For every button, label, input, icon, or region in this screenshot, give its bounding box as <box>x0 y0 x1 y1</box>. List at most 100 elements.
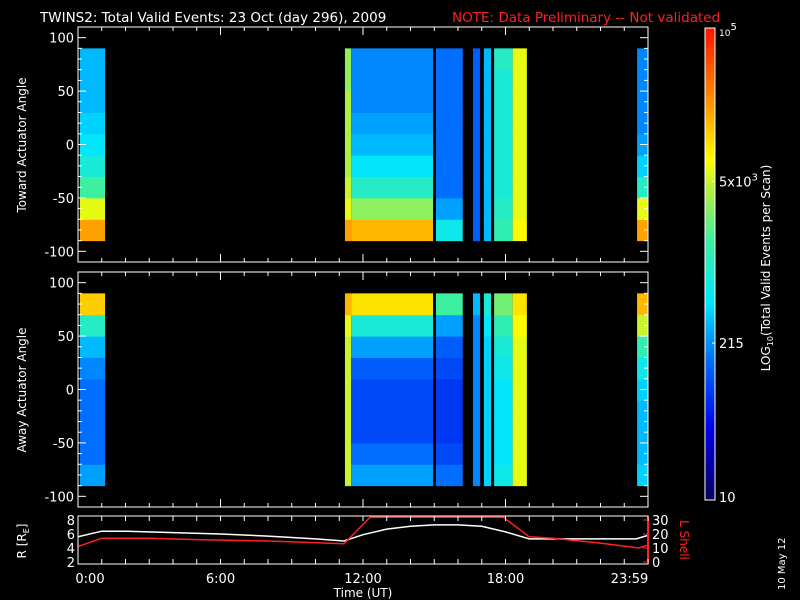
away-cell <box>472 378 481 401</box>
colorbar-swatch <box>705 39 715 45</box>
toward-cell <box>79 197 106 220</box>
y-tick-label: -100 <box>44 245 74 260</box>
time-tick-label: 6:00 <box>206 572 235 587</box>
colorbar-swatch <box>705 114 715 119</box>
colorbar-swatch <box>705 350 715 355</box>
away-cell <box>435 400 463 423</box>
toward-cell <box>435 219 463 242</box>
colorbar-swatch <box>705 315 715 320</box>
toward-cell <box>79 69 106 92</box>
colorbar-swatch <box>705 358 715 363</box>
away-cell <box>494 442 513 465</box>
colorbar-swatch <box>705 354 715 359</box>
away-cell <box>512 400 527 423</box>
colorbar-swatch <box>705 94 715 100</box>
colorbar-swatch <box>705 83 715 88</box>
toward-cell <box>435 197 463 220</box>
colorbar-swatch <box>705 437 715 442</box>
toward-cell <box>472 219 481 242</box>
toward-cell <box>512 48 527 71</box>
colorbar-swatch <box>705 472 715 477</box>
colorbar-swatch <box>705 370 715 375</box>
toward-cell <box>344 219 352 242</box>
toward-cell <box>512 112 527 135</box>
colorbar-swatch <box>705 138 715 143</box>
colorbar-swatch <box>705 63 715 68</box>
toward-cell <box>512 133 527 156</box>
toward-cell <box>472 112 481 135</box>
colorbar-swatch <box>705 193 715 198</box>
away-cell <box>79 357 106 380</box>
toward-cell <box>512 155 527 178</box>
colorbar-swatch <box>705 149 715 155</box>
title: TWINS2: Total Valid Events: 23 Oct (day … <box>39 10 386 26</box>
toward-cell <box>512 197 527 220</box>
away-cell <box>344 357 352 380</box>
colorbar-swatch <box>705 90 715 96</box>
away-cell <box>344 336 352 358</box>
toward-cell <box>351 112 434 135</box>
away-cell <box>483 421 492 444</box>
toward-cell <box>472 197 481 220</box>
away-cell <box>512 378 527 401</box>
toward-cell <box>472 176 481 199</box>
toward-cell <box>435 133 463 156</box>
toward-cell <box>79 48 106 71</box>
away-ylabel: Away Actuator Angle <box>15 327 29 452</box>
away-cell <box>483 442 492 465</box>
time-xlabel: Time (UT) <box>333 586 393 600</box>
away-cell <box>472 357 481 380</box>
colorbar-swatch <box>705 279 715 285</box>
colorbar-swatch <box>705 271 715 277</box>
colorbar-tick-text: 10 <box>719 491 736 506</box>
colorbar-swatch <box>705 47 715 53</box>
away-cell <box>483 400 492 423</box>
colorbar-swatch <box>705 43 715 49</box>
r-tick-label: 2 <box>67 556 75 571</box>
away-cell <box>512 464 527 487</box>
colorbar-swatch <box>705 303 715 308</box>
colorbar-swatch <box>705 205 715 210</box>
toward-cell <box>483 48 492 71</box>
away-cell <box>483 314 492 337</box>
colorbar-swatch <box>705 421 715 426</box>
toward-cell <box>483 69 492 92</box>
colorbar-swatch <box>705 323 715 328</box>
colorbar-swatch <box>705 264 715 269</box>
toward-cell <box>344 176 352 199</box>
colorbar-swatch <box>705 311 715 316</box>
colorbar-swatch <box>705 433 715 438</box>
r-tick-label: 6 <box>67 528 75 543</box>
colorbar-swatch <box>705 413 715 418</box>
y-tick-label: 50 <box>57 330 74 345</box>
colorbar-swatch <box>705 334 715 340</box>
away-cell <box>472 314 481 337</box>
colorbar-swatch <box>705 189 715 194</box>
colorbar-tick-text: 215 <box>719 337 744 352</box>
colorbar-swatch <box>705 134 715 139</box>
colorbar-swatch <box>705 98 715 104</box>
away-cell <box>435 357 463 380</box>
colorbar-swatch <box>705 236 715 241</box>
colorbar-swatch <box>705 260 715 265</box>
colorbar-swatch <box>705 484 715 489</box>
away-cell <box>435 421 463 444</box>
away-cell <box>435 464 463 487</box>
away-cell <box>472 293 481 316</box>
colorbar-swatch <box>705 326 715 332</box>
toward-cell <box>435 176 463 199</box>
away-cell <box>494 464 513 487</box>
colorbar-swatch <box>705 102 715 108</box>
colorbar-swatch <box>705 224 715 230</box>
colorbar-swatch <box>705 130 715 135</box>
colorbar-swatch <box>705 240 715 245</box>
colorbar-swatch <box>705 417 715 422</box>
away-cell <box>79 400 106 423</box>
away-cell <box>472 336 481 358</box>
away-cell <box>351 336 434 358</box>
toward-cell <box>344 91 352 113</box>
toward-cell <box>483 133 492 156</box>
colorbar-swatch <box>705 55 715 60</box>
r-tick-label: 4 <box>67 542 75 557</box>
colorbar-swatch <box>705 397 715 403</box>
